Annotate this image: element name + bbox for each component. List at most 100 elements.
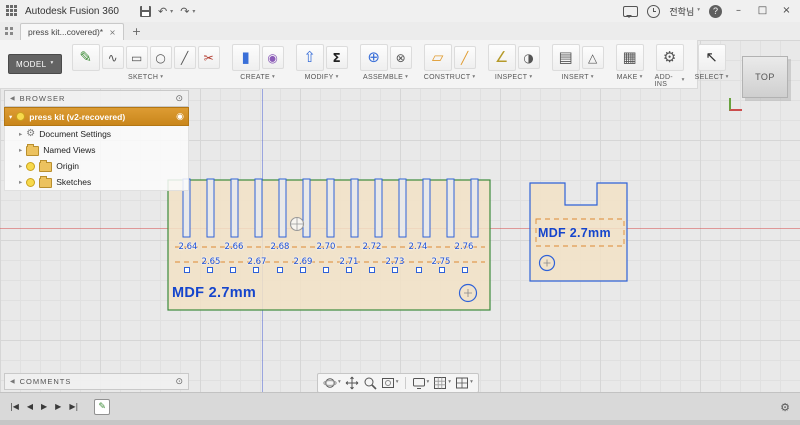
kerf-slot[interactable] — [326, 178, 335, 238]
slot-icon[interactable]: ▭ — [125, 46, 148, 69]
sketch-point[interactable] — [438, 267, 445, 273]
fit-view-tool[interactable]: ▾ — [381, 376, 399, 390]
timeline-options-gear-icon[interactable]: ⚙ — [780, 401, 790, 414]
insert-mesh-icon[interactable]: △ — [581, 46, 604, 69]
make-3d-print-icon[interactable]: ▦ — [615, 44, 644, 71]
new-tab-button[interactable]: + — [132, 25, 141, 38]
dimension-label[interactable]: 2.75 — [429, 257, 453, 267]
dimension-label[interactable]: 2.76 — [452, 242, 476, 252]
trim-icon[interactable]: ✂ — [197, 46, 220, 69]
help-button[interactable]: ? — [709, 4, 722, 18]
sketch-point[interactable] — [415, 267, 422, 273]
dimension-label[interactable]: 2.68 — [268, 242, 292, 252]
browser-item-named-views[interactable]: ▸ Named Views — [4, 142, 189, 158]
sketch-point[interactable] — [184, 267, 190, 273]
kerf-slot[interactable] — [398, 178, 407, 238]
kerf-slot[interactable] — [374, 178, 383, 238]
browser-item-origin[interactable]: ▸ Origin — [4, 158, 189, 174]
extrude-icon[interactable]: ▮ — [231, 44, 260, 71]
app-menu-icon[interactable] — [6, 5, 18, 17]
dimension-label[interactable]: 2.66 — [222, 242, 246, 252]
user-menu[interactable]: 전학님 ▾ — [669, 5, 700, 18]
close-button[interactable]: × — [779, 6, 794, 16]
sketch-point[interactable] — [369, 267, 376, 273]
viewcube[interactable]: TOP — [742, 56, 788, 98]
expander-icon[interactable]: ▾ — [9, 113, 12, 121]
redo-dropdown-icon[interactable]: ▾ — [192, 8, 195, 15]
insert-image-icon[interactable]: ▤ — [551, 44, 580, 71]
job-status-icon[interactable] — [647, 4, 661, 18]
sketch-point[interactable] — [461, 267, 468, 273]
browser-item-sketches[interactable]: ▸ Sketches — [4, 174, 189, 191]
material-label[interactable]: MDF 2.7mm — [538, 226, 611, 240]
timeline-sketch-feature[interactable]: ✎ — [94, 399, 111, 415]
material-label[interactable]: MDF 2.7mm — [172, 285, 256, 301]
sketch-point[interactable] — [230, 267, 237, 273]
toolbar-menu-sketch[interactable]: SKETCH ▾ — [128, 74, 163, 81]
viewcube-top-face[interactable]: TOP — [755, 72, 775, 82]
select-cursor-icon[interactable]: ↖ — [697, 44, 726, 71]
file-tabs-icon[interactable] — [5, 27, 14, 36]
expander-icon[interactable]: ▸ — [19, 130, 22, 138]
kerf-slot[interactable] — [230, 178, 239, 238]
expander-icon[interactable]: ▸ — [19, 178, 22, 186]
collapse-panel-icon[interactable]: ◀ — [10, 95, 15, 102]
zoom-tool[interactable] — [363, 376, 377, 390]
expander-icon[interactable]: ▸ — [19, 146, 22, 154]
minimize-button[interactable]: – — [731, 6, 746, 16]
undo-icon[interactable]: ↶ — [158, 6, 167, 17]
bulb-icon[interactable] — [16, 112, 26, 121]
sketch-point[interactable] — [299, 267, 306, 273]
create-sketch-icon[interactable]: ✎ — [71, 44, 100, 71]
dimension-label[interactable]: 2.74 — [406, 242, 430, 252]
sketch-point[interactable] — [346, 267, 353, 273]
spline-icon[interactable]: ∿ — [101, 46, 124, 69]
undo-dropdown-icon[interactable]: ▾ — [170, 8, 173, 15]
dimension-label[interactable]: 2.65 — [199, 257, 223, 267]
component-icon[interactable]: ⊗ — [389, 46, 412, 69]
construction-axis-icon[interactable]: ╱ — [453, 46, 476, 69]
kerf-slot[interactable] — [350, 178, 359, 238]
document-tab[interactable]: press kit...covered)* × — [20, 23, 124, 40]
dimension-label[interactable]: 2.73 — [383, 257, 407, 267]
canvas-viewport[interactable]: 2.64 2.65 2.66 2.67 2.68 2.69 2.70 2.71 … — [0, 40, 800, 425]
collapse-panel-icon[interactable]: ◀ — [10, 378, 15, 385]
toolbar-menu-assemble[interactable]: ASSEMBLE ▾ — [363, 74, 408, 81]
browser-item-document-settings[interactable]: ▸ ⚙ Document Settings — [4, 126, 189, 142]
toolbar-menu-select[interactable]: SELECT ▾ — [695, 74, 729, 81]
scripts-addins-icon[interactable]: ⚙ — [655, 44, 684, 71]
dimension-label[interactable]: 2.64 — [176, 242, 200, 252]
tab-close-icon[interactable]: × — [109, 28, 116, 37]
activate-radio-icon[interactable]: ◉ — [176, 112, 184, 122]
toolbar-menu-addins[interactable]: ADD-INS ▾ — [655, 74, 685, 88]
timeline-step-back-button[interactable]: ◀ — [23, 403, 37, 411]
toolbar-menu-construct[interactable]: CONSTRUCT ▾ — [424, 74, 476, 81]
orbit-tool[interactable]: ▾ — [323, 376, 341, 390]
parameters-icon[interactable]: Σ — [325, 46, 348, 69]
joint-icon[interactable]: ⊕ — [359, 44, 388, 71]
workspace-selector[interactable]: MODEL ▾ — [8, 54, 62, 74]
redo-icon[interactable]: ↷ — [180, 6, 189, 17]
sketch-point[interactable] — [322, 267, 329, 273]
dimension-label[interactable]: 2.67 — [245, 257, 269, 267]
circle-icon[interactable]: ○ — [149, 46, 172, 69]
expander-icon[interactable]: ▸ — [19, 162, 22, 170]
toolbar-menu-inspect[interactable]: INSPECT ▾ — [495, 74, 533, 81]
timeline-go-start-button[interactable]: |◀ — [6, 403, 23, 411]
sketch-point-marker[interactable] — [289, 216, 305, 232]
construction-plane-icon[interactable]: ▱ — [423, 44, 452, 71]
measure-icon[interactable]: ∠ — [487, 44, 516, 71]
form-icon[interactable]: ◉ — [261, 46, 284, 69]
feedback-icon[interactable] — [623, 5, 639, 18]
bulb-icon[interactable] — [26, 161, 36, 171]
kerf-slot[interactable] — [206, 178, 215, 238]
panel-settings-icon[interactable]: ⊙ — [175, 377, 183, 387]
toolbar-menu-create[interactable]: CREATE ▾ — [240, 74, 275, 81]
line-icon[interactable]: ╱ — [173, 46, 196, 69]
sketch-point[interactable] — [276, 267, 283, 273]
panel-settings-icon[interactable]: ⊙ — [175, 94, 183, 104]
dimension-label[interactable]: 2.71 — [337, 257, 361, 267]
sketch-point[interactable] — [207, 267, 214, 273]
timeline-go-end-button[interactable]: ▶| — [65, 403, 82, 411]
kerf-slot[interactable] — [470, 178, 479, 238]
